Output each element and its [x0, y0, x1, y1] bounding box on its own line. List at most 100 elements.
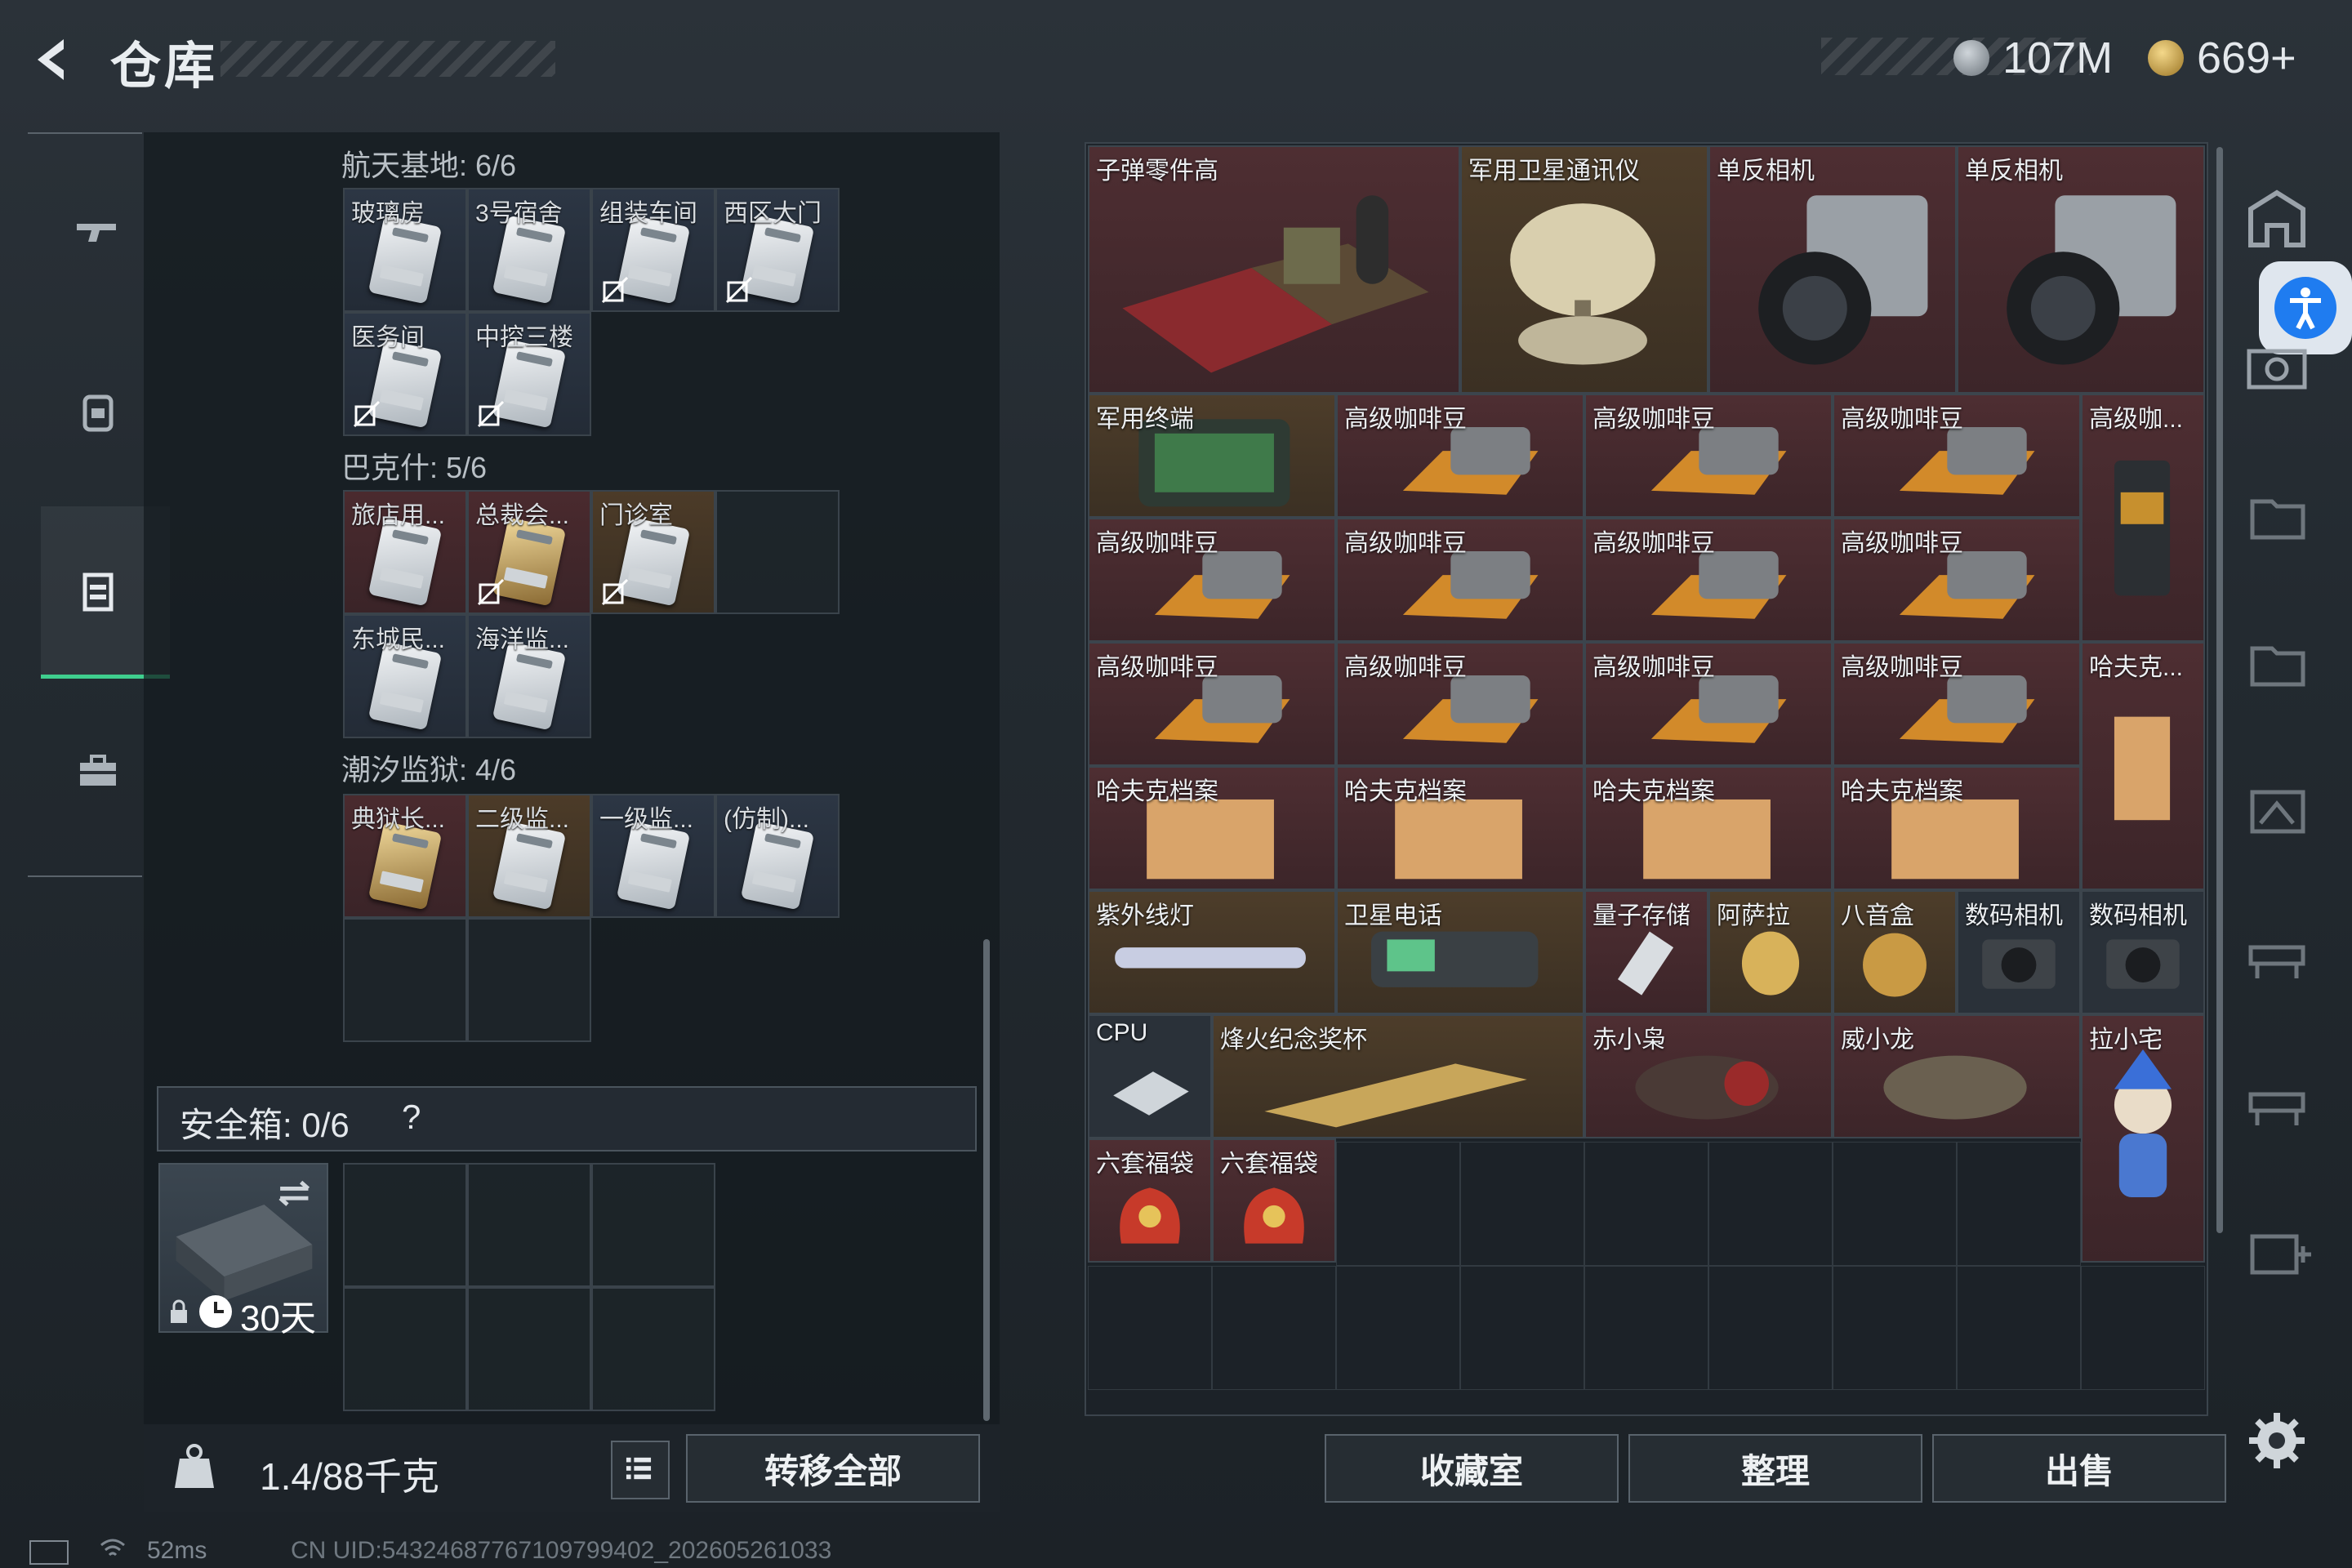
key-card-slot[interactable]: 医务间 [343, 312, 467, 436]
empty-slot[interactable] [1833, 1266, 1957, 1390]
stash-scrollbar[interactable] [2216, 147, 2223, 1233]
stash-item-laxiaozhai[interactable]: 拉小宅 [2081, 1014, 2205, 1263]
item-label: 卫星电话 [1344, 902, 1442, 929]
stash-item-satellite-phone[interactable]: 卫星电话 [1336, 890, 1584, 1014]
stash-item-lucky-bag[interactable]: 六套福袋 [1088, 1138, 1212, 1263]
gold-coin-icon [2148, 40, 2184, 76]
stash-item-chixiao[interactable]: 赤小枭 [1584, 1014, 1833, 1138]
key-card-slot[interactable]: 门诊室 [591, 490, 715, 614]
stash-item-satellite-comm[interactable]: 军用卫星通讯仪 [1460, 145, 1708, 394]
empty-slot[interactable] [1833, 1142, 1957, 1266]
stash-item-asala[interactable]: 阿萨拉 [1708, 890, 1833, 1014]
collection-room-button[interactable]: 收藏室 [1325, 1434, 1619, 1503]
stash-item-uv-lamp[interactable]: 紫外线灯 [1088, 890, 1336, 1014]
safe-slot[interactable] [343, 1287, 467, 1411]
nav-weapon[interactable] [41, 150, 155, 314]
empty-slot[interactable] [1708, 1142, 1833, 1266]
chart-IV-icon[interactable] [2238, 768, 2316, 846]
key-card-slot[interactable]: 中控三楼 [467, 312, 591, 436]
stash-item-bullet-parts[interactable]: 子弹零件高 [1088, 145, 1460, 394]
organize-button[interactable]: 整理 [1628, 1434, 1922, 1503]
key-card-slot[interactable]: 东城民... [343, 614, 467, 738]
stash-item-trophy[interactable]: 烽火纪念奖杯 [1212, 1014, 1584, 1138]
key-card-slot[interactable]: 一级监... [591, 794, 715, 918]
stash-item-coffee[interactable]: 高级咖啡豆 [1584, 394, 1833, 518]
key-card-slot[interactable]: (仿制)... [715, 794, 840, 918]
folder-IV-icon[interactable] [2238, 474, 2316, 552]
rack-III-icon[interactable] [2238, 915, 2316, 993]
safe-slot[interactable] [591, 1163, 715, 1287]
stash-item-cpu[interactable]: CPU [1088, 1014, 1212, 1138]
stash-item-coffee-tall[interactable]: 高级咖... [2081, 394, 2205, 642]
empty-slot[interactable] [1336, 1266, 1460, 1390]
stash-item-harfk-file[interactable]: 哈夫克档案 [1833, 766, 2081, 890]
back-icon[interactable] [24, 31, 82, 88]
empty-slot[interactable] [715, 490, 840, 614]
stash-item-weixiaolong[interactable]: 威小龙 [1833, 1014, 2081, 1138]
nav-briefcase[interactable] [41, 689, 155, 853]
stash-item-military-terminal[interactable]: 军用终端 [1088, 394, 1336, 518]
key-card-slot[interactable]: 3号宿舍 [467, 188, 591, 312]
empty-slot[interactable] [1336, 1142, 1460, 1266]
key-card-slot[interactable]: 总裁会... [467, 490, 591, 614]
camera-icon[interactable] [2238, 327, 2316, 405]
key-card-slot[interactable]: 西区大门 [715, 188, 840, 312]
rack-III-icon[interactable] [2238, 1062, 2316, 1140]
safe-slot[interactable] [467, 1287, 591, 1411]
key-card-slot[interactable]: 组装车间 [591, 188, 715, 312]
empty-slot[interactable] [1460, 1266, 1584, 1390]
nav-backpack[interactable] [41, 330, 155, 493]
empty-slot[interactable] [1957, 1266, 2081, 1390]
nav-vest[interactable] [41, 510, 155, 673]
stash-item-music-box[interactable]: 八音盒 [1833, 890, 1957, 1014]
stash-item-coffee[interactable]: 高级咖啡豆 [1584, 642, 1833, 766]
empty-slot[interactable] [2081, 1266, 2205, 1390]
stash-item-harfk-tall[interactable]: 哈夫克... [2081, 642, 2205, 890]
empty-slot[interactable] [1212, 1266, 1336, 1390]
empty-slot[interactable] [1584, 1266, 1708, 1390]
stash-item-coffee[interactable]: 高级咖啡豆 [1088, 642, 1336, 766]
home-icon[interactable] [2238, 180, 2316, 258]
stash-item-slr-camera[interactable]: 单反相机 [1957, 145, 2205, 394]
safe-slot[interactable] [343, 1163, 467, 1287]
empty-slot[interactable] [1708, 1266, 1833, 1390]
empty-slot[interactable] [1957, 1142, 2081, 1266]
gear-icon[interactable] [2238, 1401, 2316, 1480]
list-view-button[interactable] [611, 1441, 670, 1499]
stash-item-digital-camera[interactable]: 数码相机 [2081, 890, 2205, 1014]
stash-item-coffee[interactable]: 高级咖啡豆 [1088, 518, 1336, 642]
folder-IV-icon[interactable] [2238, 621, 2316, 699]
stash-item-harfk-file[interactable]: 哈夫克档案 [1584, 766, 1833, 890]
key-card-slot[interactable]: 二级监... [467, 794, 591, 918]
stash-item-harfk-file[interactable]: 哈夫克档案 [1336, 766, 1584, 890]
sell-button[interactable]: 出售 [1932, 1434, 2226, 1503]
stash-item-lucky-bag[interactable]: 六套福袋 [1212, 1138, 1336, 1263]
stash-item-coffee[interactable]: 高级咖啡豆 [1833, 518, 2081, 642]
help-icon[interactable]: ? [402, 1098, 421, 1137]
stash-item-quantum-storage[interactable]: 量子存储 [1584, 890, 1708, 1014]
stash-item-coffee[interactable]: 高级咖啡豆 [1336, 518, 1584, 642]
safe-slot[interactable] [467, 1163, 591, 1287]
empty-slot[interactable] [1460, 1142, 1584, 1266]
key-card-slot[interactable]: 旅店用... [343, 490, 467, 614]
safe-slot[interactable] [591, 1287, 715, 1411]
empty-slot[interactable] [467, 918, 591, 1042]
empty-slot[interactable] [343, 918, 467, 1042]
key-card-slot[interactable]: 典狱长... [343, 794, 467, 918]
key-card-slot[interactable]: 玻璃房 [343, 188, 467, 312]
empty-slot[interactable] [1584, 1142, 1708, 1266]
plus-IV-icon[interactable] [2238, 1209, 2316, 1287]
key-card-slot[interactable]: 海洋监... [467, 614, 591, 738]
scrollbar[interactable] [983, 939, 990, 1421]
stash-item-harfk-file[interactable]: 哈夫克档案 [1088, 766, 1336, 890]
stash-item-coffee[interactable]: 高级咖啡豆 [1833, 642, 2081, 766]
transfer-all-button[interactable]: 转移全部 [686, 1434, 980, 1503]
empty-slot[interactable] [1088, 1266, 1212, 1390]
stash-item-digital-camera[interactable]: 数码相机 [1957, 890, 2081, 1014]
stash-item-coffee[interactable]: 高级咖啡豆 [1584, 518, 1833, 642]
stash-item-coffee[interactable]: 高级咖啡豆 [1336, 394, 1584, 518]
stash-item-coffee[interactable]: 高级咖啡豆 [1336, 642, 1584, 766]
stash-item-slr-camera[interactable]: 单反相机 [1708, 145, 1957, 394]
no-copy-icon [353, 400, 381, 428]
stash-item-coffee[interactable]: 高级咖啡豆 [1833, 394, 2081, 518]
